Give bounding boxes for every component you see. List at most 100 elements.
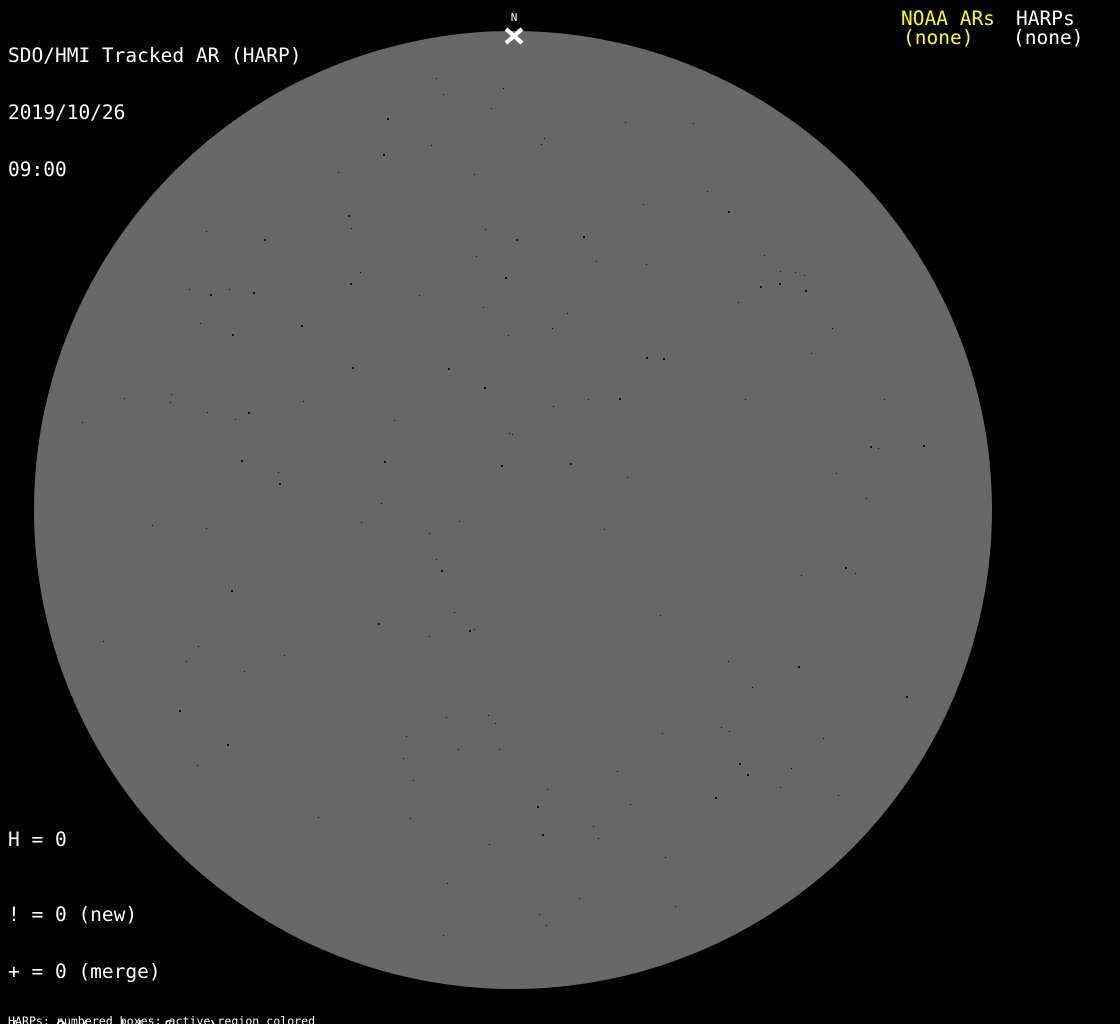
disk-speckle — [476, 256, 477, 257]
disk-speckle — [779, 283, 781, 285]
disk-speckle — [278, 472, 279, 473]
disk-speckle — [588, 399, 589, 400]
disk-speckle — [403, 758, 404, 759]
disk-speckle — [836, 473, 837, 474]
disk-speckle — [745, 399, 746, 400]
disk-speckle — [646, 357, 648, 359]
disk-speckle — [484, 387, 486, 389]
disk-speckle — [625, 122, 626, 123]
disk-speckle — [483, 307, 484, 308]
disk-speckle — [553, 406, 554, 407]
disk-speckle — [348, 215, 350, 217]
disk-speckle — [764, 255, 765, 256]
disk-speckle — [805, 290, 807, 292]
disk-speckle — [495, 723, 496, 724]
disk-speckle — [231, 590, 233, 592]
disk-speckle — [436, 78, 437, 79]
disk-speckle — [541, 144, 542, 145]
disk-speckle — [845, 567, 847, 569]
disk-speckle — [474, 174, 475, 175]
disk-speckle — [752, 687, 753, 688]
disk-speckle — [443, 935, 444, 936]
disk-speckle — [791, 768, 792, 769]
disk-speckle — [248, 412, 250, 414]
disk-speckle — [384, 461, 386, 463]
disk-speckle — [693, 123, 694, 124]
disk-speckle — [387, 118, 389, 120]
disk-speckle — [410, 818, 411, 819]
disk-speckle — [583, 236, 585, 238]
disk-speckle — [152, 525, 153, 526]
disk-speckle — [207, 412, 208, 413]
disk-speckle — [485, 229, 486, 230]
harps-value: (none) — [1013, 26, 1084, 49]
disk-speckle — [870, 446, 872, 448]
disk-speckle — [923, 445, 925, 447]
disk-speckle — [103, 641, 104, 642]
disk-speckle — [383, 154, 385, 156]
disk-speckle — [454, 612, 455, 613]
disk-speckle — [715, 797, 717, 799]
disk-speckle — [884, 399, 885, 400]
disk-speckle — [598, 838, 599, 839]
north-cross-icon — [504, 27, 524, 45]
disk-speckle — [675, 906, 676, 907]
disk-speckle — [447, 883, 448, 884]
disk-speckle — [593, 826, 594, 827]
disk-speckle — [198, 646, 199, 647]
disk-speckle — [795, 272, 796, 273]
disk-speckle — [338, 172, 339, 173]
disk-speckle — [489, 844, 490, 845]
harp-tracking-view: SDO/HMI Tracked AR (HARP) 2019/10/26 09:… — [0, 0, 1120, 1024]
disk-speckle — [241, 460, 243, 462]
title-block: SDO/HMI Tracked AR (HARP) 2019/10/26 09:… — [8, 8, 302, 217]
disk-speckle — [906, 696, 908, 698]
disk-speckle — [361, 522, 362, 523]
disk-speckle — [443, 94, 444, 95]
disk-speckle — [643, 204, 644, 205]
disk-speckle — [505, 277, 507, 279]
footer-line-harps: HARPs: numbered boxes; active region col… — [8, 1013, 316, 1024]
disk-speckle — [503, 88, 504, 89]
disk-speckle — [186, 661, 187, 662]
disk-speckle — [728, 211, 730, 213]
disk-speckle — [352, 367, 354, 369]
disk-speckle — [729, 731, 730, 732]
disk-speckle — [801, 575, 802, 576]
disk-speckle — [552, 328, 553, 329]
disk-speckle — [501, 465, 503, 467]
disk-speckle — [823, 738, 824, 739]
disk-speckle — [760, 286, 762, 288]
disk-speckle — [351, 228, 352, 229]
disk-speckle — [738, 302, 739, 303]
disk-speckle — [798, 666, 800, 668]
disk-speckle — [542, 834, 544, 836]
disk-speckle — [284, 655, 285, 656]
disk-speckle — [663, 358, 665, 360]
disk-speckle — [279, 483, 281, 485]
disk-speckle — [832, 328, 833, 329]
disk-speckle — [728, 661, 729, 662]
page-title: SDO/HMI Tracked AR (HARP) — [8, 44, 302, 67]
disk-speckle — [197, 765, 198, 766]
disk-speckle — [458, 749, 459, 750]
disk-speckle — [512, 434, 513, 435]
disk-speckle — [780, 271, 781, 272]
disk-speckle — [499, 749, 500, 750]
disk-speckle — [301, 325, 303, 327]
disk-speckle — [179, 710, 181, 712]
disk-speckle — [707, 191, 708, 192]
disk-speckle — [394, 420, 395, 421]
disk-speckle — [617, 771, 618, 772]
disk-speckle — [811, 353, 812, 354]
legend-line-merge: + = 0 (merge) — [8, 960, 161, 983]
disk-speckle — [509, 433, 510, 434]
disk-speckle — [662, 733, 663, 734]
disk-speckle — [419, 295, 420, 296]
disk-speckle — [596, 261, 597, 262]
disk-speckle — [474, 629, 475, 630]
disk-speckle — [570, 463, 572, 465]
disk-speckle — [264, 239, 266, 241]
disk-speckle — [488, 715, 489, 716]
disk-speckle — [660, 615, 661, 616]
